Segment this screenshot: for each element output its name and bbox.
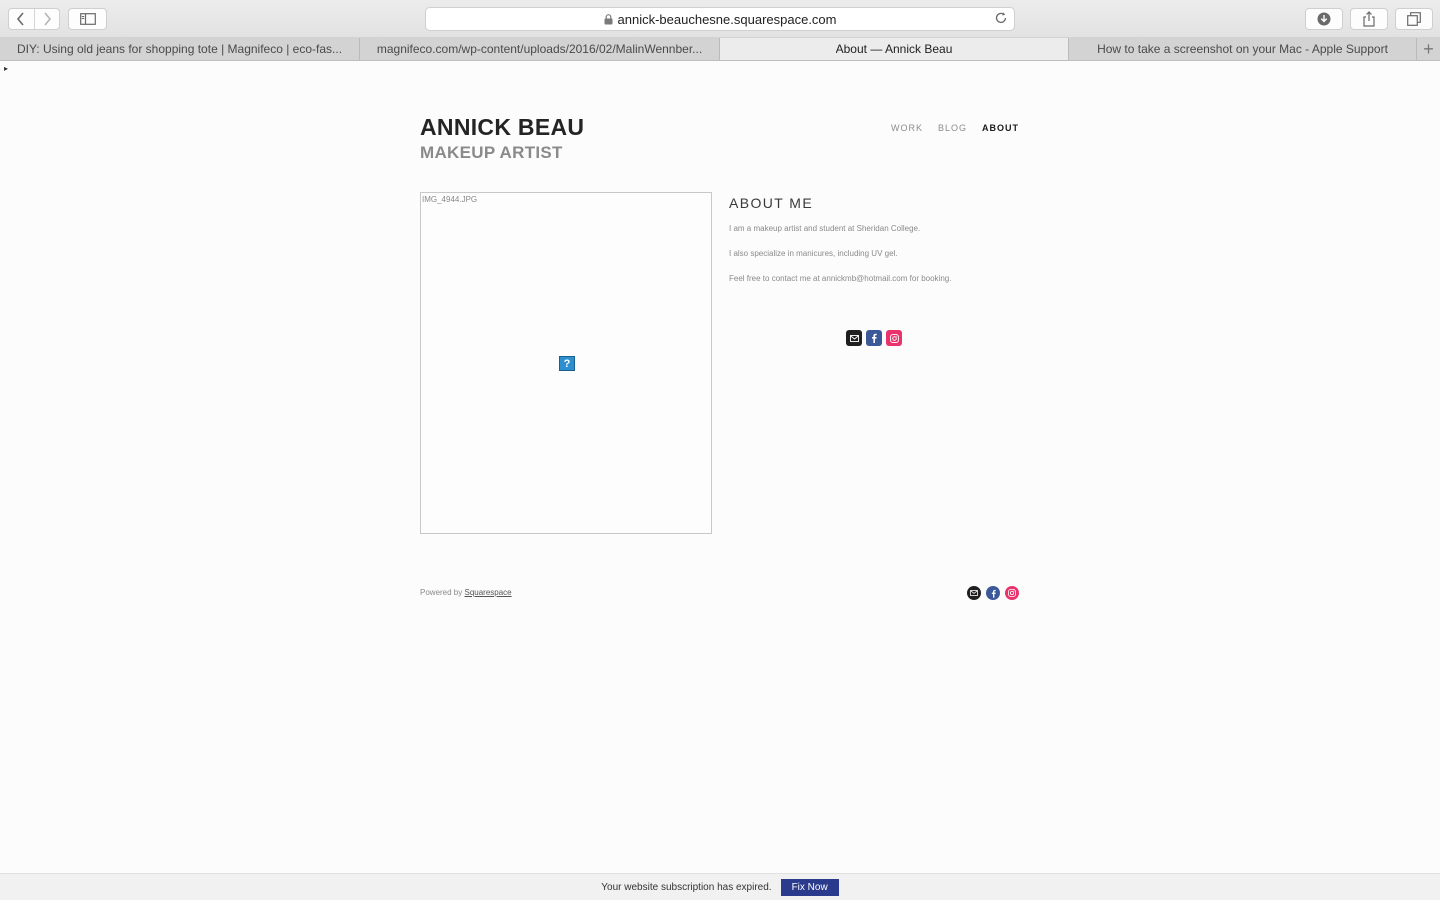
subscription-banner: Your website subscription has expired. F… [0, 873, 1440, 900]
squarespace-link[interactable]: Squarespace [464, 588, 511, 597]
reload-icon [995, 12, 1007, 24]
profile-image-broken: IMG_4944.JPG ? [420, 192, 712, 534]
about-heading: ABOUT ME [729, 195, 814, 211]
mail-icon [970, 590, 978, 596]
site-tagline: MAKEUP ARTIST [420, 143, 563, 162]
fix-now-button[interactable]: Fix Now [780, 878, 839, 896]
history-nav [8, 8, 60, 30]
facebook-icon [872, 333, 877, 343]
site-title[interactable]: ANNICK BEAU [420, 114, 584, 141]
tab-label: DIY: Using old jeans for shopping tote |… [16, 42, 343, 56]
footer-instagram-link[interactable] [1005, 586, 1019, 600]
tab-label: About — Annick Beau [835, 42, 953, 56]
mail-icon [849, 334, 859, 342]
social-links [846, 330, 902, 346]
tab-label: magnifeco.com/wp-content/uploads/2016/02… [376, 42, 703, 56]
tab-magnifeco-image[interactable]: magnifeco.com/wp-content/uploads/2016/02… [360, 38, 720, 60]
email-link[interactable] [846, 330, 862, 346]
url-text: annick-beauchesne.squarespace.com [617, 11, 837, 27]
tabs-icon [1407, 12, 1421, 26]
reload-button[interactable] [994, 11, 1008, 30]
instagram-icon [1008, 589, 1016, 597]
about-paragraph-2: I also specialize in manicures, includin… [729, 249, 898, 258]
downloads-button[interactable] [1305, 8, 1343, 30]
tab-bar: DIY: Using old jeans for shopping tote |… [0, 38, 1440, 61]
footer-facebook-link[interactable] [986, 586, 1000, 600]
instagram-icon [889, 333, 899, 343]
tabs-overview-button[interactable] [1395, 8, 1433, 30]
powered-by: Powered by Squarespace [420, 588, 512, 597]
broken-image-icon: ? [559, 356, 575, 371]
nav-blog[interactable]: BLOG [938, 123, 967, 133]
sidebar-icon [79, 13, 96, 25]
new-tab-button[interactable]: + [1417, 38, 1440, 60]
share-button[interactable] [1350, 8, 1388, 30]
download-icon [1317, 12, 1331, 26]
cursor-icon: ▸ [4, 64, 9, 73]
forward-button[interactable] [33, 9, 59, 29]
subscription-message: Your website subscription has expired. [601, 881, 772, 893]
tab-mac-screenshot-support[interactable]: How to take a screenshot on your Mac - A… [1069, 38, 1417, 60]
tab-about-annick-beau[interactable]: About — Annick Beau [720, 38, 1069, 60]
about-paragraph-3: Feel free to contact me at annickmb@hotm… [729, 274, 952, 283]
nav-about[interactable]: ABOUT [982, 123, 1019, 133]
about-paragraph-1: I am a makeup artist and student at Sher… [729, 224, 921, 233]
tab-label: How to take a screenshot on your Mac - A… [1097, 42, 1388, 56]
nav-work[interactable]: WORK [891, 123, 923, 133]
plus-icon: + [1423, 38, 1434, 59]
chevron-left-icon [17, 12, 25, 26]
back-button[interactable] [9, 9, 34, 29]
facebook-icon [991, 589, 996, 598]
browser-toolbar: annick-beauchesne.squarespace.com [0, 0, 1440, 38]
footer-email-link[interactable] [967, 586, 981, 600]
instagram-link[interactable] [886, 330, 902, 346]
tab-diy-jeans[interactable]: DIY: Using old jeans for shopping tote |… [0, 38, 360, 60]
share-icon [1363, 11, 1375, 27]
lock-icon [604, 13, 613, 24]
powered-by-prefix: Powered by [420, 588, 463, 597]
image-alt-text: IMG_4944.JPG [422, 195, 478, 204]
footer-social-links [967, 586, 1019, 600]
site-navigation: WORK BLOG ABOUT [891, 123, 1019, 133]
facebook-link[interactable] [866, 330, 882, 346]
address-bar[interactable]: annick-beauchesne.squarespace.com [425, 7, 1015, 31]
chevron-right-icon [44, 12, 52, 26]
sidebar-button[interactable] [68, 8, 107, 30]
